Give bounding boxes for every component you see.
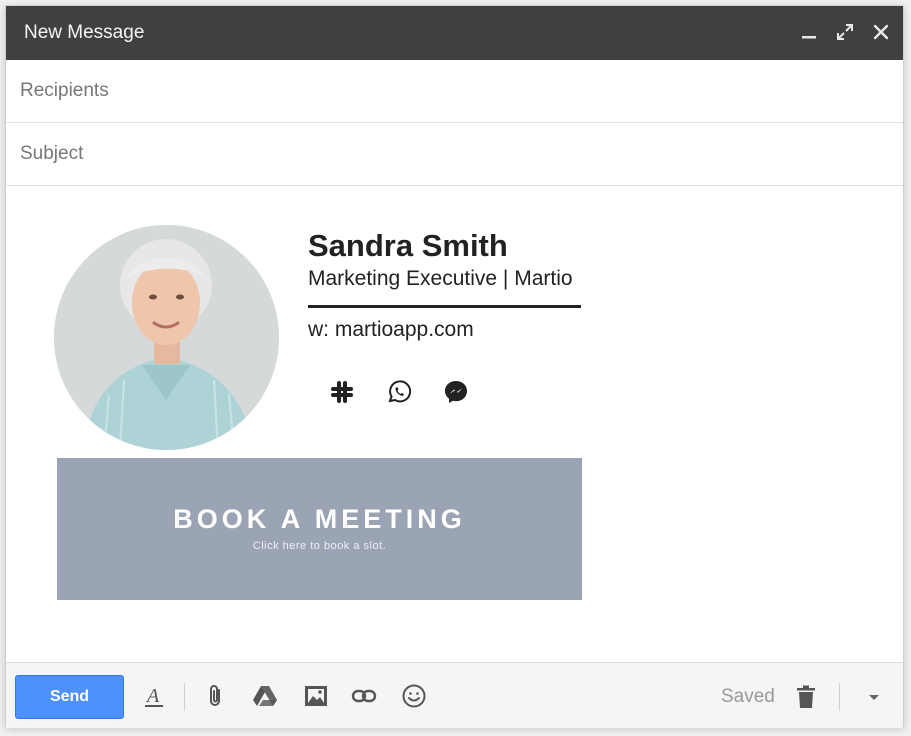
- toolbar-divider: [184, 683, 185, 711]
- close-icon[interactable]: [871, 22, 891, 42]
- compose-titlebar[interactable]: New Message: [6, 6, 903, 60]
- compose-toolbar: Send A Saved: [6, 662, 903, 728]
- chevron-down-icon[interactable]: [861, 683, 887, 709]
- trash-icon[interactable]: [793, 683, 819, 709]
- signature-divider: [308, 305, 581, 308]
- toolbar-divider: [839, 683, 840, 711]
- attach-icon[interactable]: [203, 683, 229, 709]
- recipients-input[interactable]: [20, 78, 880, 104]
- compose-title: New Message: [24, 22, 145, 43]
- subject-input[interactable]: [20, 141, 880, 167]
- signature-photo: [54, 225, 279, 450]
- banner-title: BOOK A MEETING: [173, 504, 466, 534]
- minimize-icon[interactable]: [799, 22, 819, 42]
- signature-role: Marketing Executive | Martio: [308, 267, 573, 290]
- subject-row: [6, 123, 903, 186]
- book-meeting-banner[interactable]: BOOK A MEETING Click here to book a slot…: [57, 458, 582, 600]
- expand-icon[interactable]: [835, 22, 855, 42]
- recipients-row: [6, 60, 903, 123]
- link-icon[interactable]: [351, 683, 377, 709]
- svg-text:A: A: [145, 685, 160, 707]
- send-button[interactable]: Send: [15, 675, 124, 719]
- signature-website[interactable]: w: martioapp.com: [308, 318, 474, 342]
- message-body[interactable]: Sandra Smith Marketing Executive | Marti…: [6, 187, 903, 662]
- banner-subtitle: Click here to book a slot.: [252, 540, 387, 552]
- compose-window: New Message Recipients Subject Sandra Sm…: [5, 5, 904, 728]
- formatting-icon[interactable]: A: [141, 683, 167, 709]
- slack-icon[interactable]: [329, 379, 355, 405]
- emoji-icon[interactable]: [401, 683, 427, 709]
- whatsapp-icon[interactable]: [386, 379, 412, 405]
- messenger-icon[interactable]: [443, 379, 469, 405]
- photo-icon[interactable]: [303, 683, 329, 709]
- drive-icon[interactable]: [252, 683, 278, 709]
- saved-status: Saved: [721, 686, 775, 707]
- signature-name: Sandra Smith: [308, 228, 508, 263]
